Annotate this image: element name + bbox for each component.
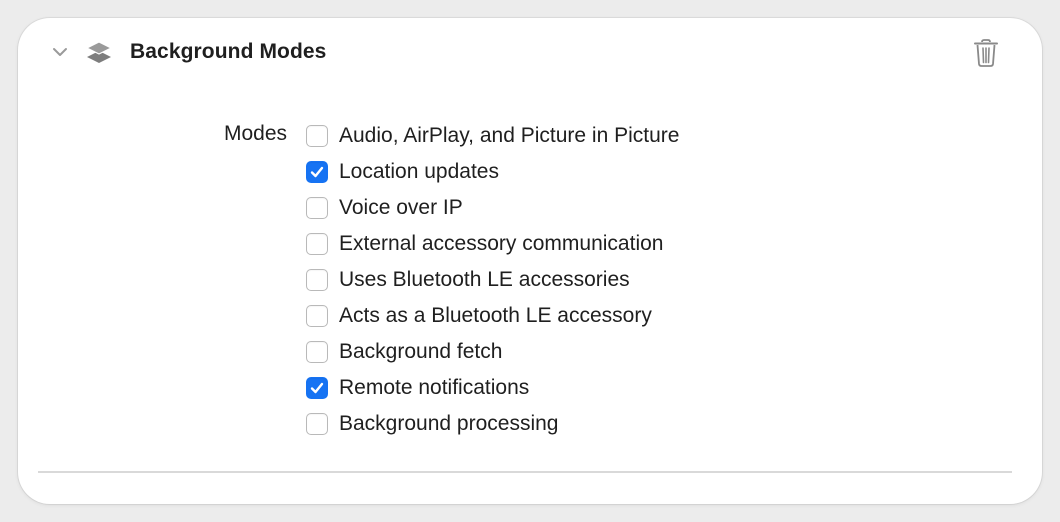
checkbox-unchecked[interactable] xyxy=(306,233,328,255)
mode-option[interactable]: Remote notifications xyxy=(306,370,679,406)
mode-option-label: Audio, AirPlay, and Picture in Picture xyxy=(339,124,680,147)
capability-panel: Background Modes Modes Audio, AirPlay, a… xyxy=(18,18,1042,504)
checkbox-unchecked[interactable] xyxy=(306,197,328,219)
mode-option-label: Acts as a Bluetooth LE accessory xyxy=(339,304,652,327)
mode-option-label: Location updates xyxy=(339,160,499,183)
checkbox-unchecked[interactable] xyxy=(306,269,328,291)
mode-option[interactable]: Uses Bluetooth LE accessories xyxy=(306,262,679,298)
mode-option[interactable]: Background fetch xyxy=(306,334,679,370)
window-frame: Background Modes Modes Audio, AirPlay, a… xyxy=(0,0,1060,522)
checkbox-unchecked[interactable] xyxy=(306,125,328,147)
modes-options-list: Audio, AirPlay, and Picture in Picture Lo… xyxy=(306,118,679,442)
mode-option-label: Background fetch xyxy=(339,340,503,363)
mode-option[interactable]: Voice over IP xyxy=(306,190,679,226)
checkbox-unchecked[interactable] xyxy=(306,305,328,327)
mode-option-label: Voice over IP xyxy=(339,196,463,219)
mode-option[interactable]: Location updates xyxy=(306,154,679,190)
mode-option[interactable]: External accessory communication xyxy=(306,226,679,262)
checkbox-unchecked[interactable] xyxy=(306,341,328,363)
mode-option[interactable]: Audio, AirPlay, and Picture in Picture xyxy=(306,118,679,154)
layers-icon xyxy=(85,39,113,67)
checkbox-checked[interactable] xyxy=(306,377,328,399)
checkmark-icon xyxy=(310,382,324,394)
checkbox-checked[interactable] xyxy=(306,161,328,183)
mode-option-label: Uses Bluetooth LE accessories xyxy=(339,268,630,291)
mode-option-label: Background processing xyxy=(339,412,559,435)
checkbox-unchecked[interactable] xyxy=(306,413,328,435)
mode-option-label: External accessory communication xyxy=(339,232,664,255)
checkmark-icon xyxy=(310,166,324,178)
divider xyxy=(38,471,1012,473)
mode-option-label: Remote notifications xyxy=(339,376,530,399)
trash-icon[interactable] xyxy=(973,38,999,68)
mode-option[interactable]: Background processing xyxy=(306,406,679,442)
capability-title: Background Modes xyxy=(130,40,327,63)
chevron-down-icon[interactable] xyxy=(52,44,68,60)
modes-label: Modes xyxy=(224,122,288,145)
mode-option[interactable]: Acts as a Bluetooth LE accessory xyxy=(306,298,679,334)
